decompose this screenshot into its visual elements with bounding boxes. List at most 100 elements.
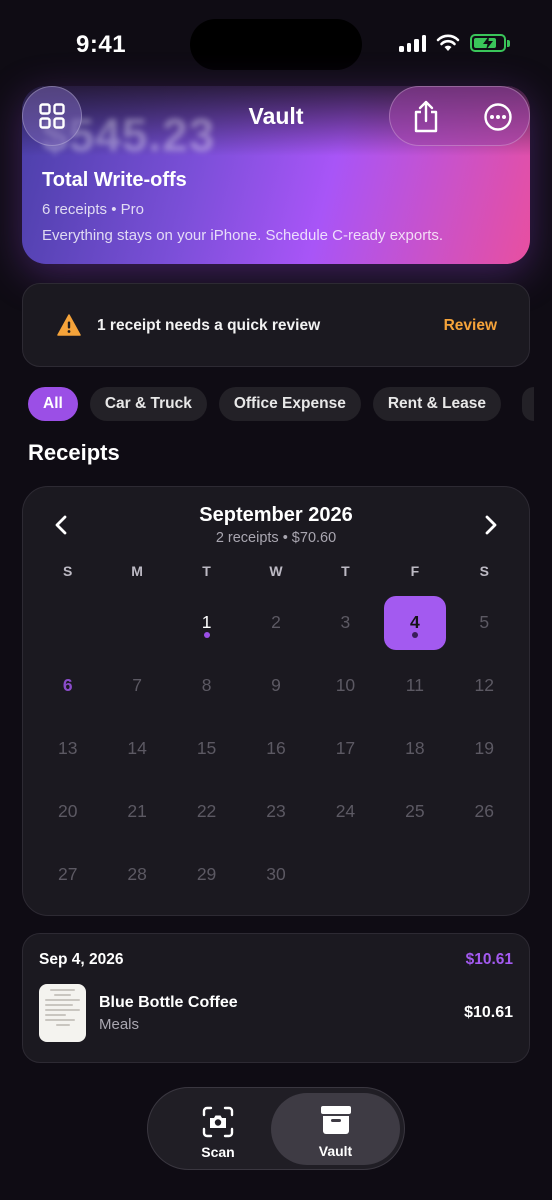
- status-icons: [399, 34, 510, 52]
- calendar-day-number: 25: [405, 801, 425, 821]
- calendar-day-number: 19: [474, 738, 495, 758]
- tab-scan[interactable]: Scan: [166, 1094, 270, 1164]
- calendar-day[interactable]: 13: [33, 717, 102, 780]
- calendar-day-number: 13: [57, 738, 78, 758]
- calendar-day-number: 15: [196, 738, 217, 758]
- calendar-month: September 2026: [199, 504, 353, 526]
- calendar-day[interactable]: 22: [172, 780, 241, 843]
- calendar-day[interactable]: 4: [380, 591, 449, 654]
- calendar-day[interactable]: 5: [450, 591, 519, 654]
- calendar-day-number: 1: [201, 612, 212, 632]
- calendar-empty-cell: [102, 591, 171, 654]
- calendar-day-number: 3: [340, 612, 351, 632]
- filter-chip-office-expense[interactable]: Office Expense: [218, 387, 361, 421]
- tab-vault-label: Vault: [318, 1143, 353, 1159]
- calendar-day-number: 8: [201, 675, 212, 695]
- camera-scan-icon: [202, 1106, 234, 1138]
- calendar-day[interactable]: 1: [172, 591, 241, 654]
- receipt-indicator-dot: [411, 632, 418, 638]
- calendar-empty-cell: [33, 591, 102, 654]
- filter-chip-more[interactable]: [522, 387, 534, 421]
- calendar-day[interactable]: 20: [33, 780, 102, 843]
- total-title: Total Write-offs: [42, 169, 187, 191]
- warning-icon: [57, 314, 81, 336]
- weekday-header: SMTWTFS: [33, 563, 519, 579]
- calendar-day[interactable]: 21: [102, 780, 171, 843]
- calendar-day[interactable]: 6: [33, 654, 102, 717]
- calendar-day[interactable]: 29: [172, 843, 241, 906]
- calendar-day[interactable]: 9: [241, 654, 310, 717]
- calendar-day[interactable]: 24: [311, 780, 380, 843]
- calendar-day-number: 16: [266, 738, 286, 758]
- calendar-day[interactable]: 28: [102, 843, 171, 906]
- calendar-day-number: 24: [335, 801, 356, 821]
- tab-bar: Scan Vault: [147, 1087, 405, 1170]
- filter-chip-all[interactable]: All: [28, 387, 78, 421]
- calendar-day[interactable]: 17: [311, 717, 380, 780]
- calendar-day[interactable]: 7: [102, 654, 171, 717]
- calendar-days: 1 2 3 4 5 6 7 8 9 10 11 12 13 14 15 16 17 18 19 20 21 22 23 24 2…: [33, 591, 519, 906]
- share-button[interactable]: [408, 99, 444, 135]
- filter-chip-rent-lease[interactable]: Rent & Lease: [372, 387, 502, 421]
- filter-chip-car-truck[interactable]: Car & Truck: [89, 387, 207, 421]
- calendar-day[interactable]: 15: [172, 717, 241, 780]
- receipt-thumbnail[interactable]: [39, 984, 86, 1042]
- calendar-day-number: 22: [196, 801, 217, 821]
- weekday-label: W: [269, 563, 283, 579]
- calendar-day[interactable]: 2: [241, 591, 310, 654]
- calendar-day[interactable]: 12: [450, 654, 519, 717]
- calendar-day-number: 9: [271, 675, 281, 695]
- receipt-day-group: Sep 4, 2026 $10.61 Blue Bottle Coffee Me…: [22, 933, 530, 1063]
- group-date: Sep 4, 2026: [39, 951, 124, 968]
- more-button[interactable]: [480, 99, 516, 135]
- next-month-button[interactable]: [477, 511, 505, 539]
- calendar-day[interactable]: 10: [311, 654, 380, 717]
- calendar-day-number: 26: [474, 801, 495, 821]
- calendar-day-number: 7: [132, 675, 142, 695]
- weekday-label: T: [341, 563, 350, 579]
- review-button[interactable]: Review: [444, 317, 497, 335]
- battery-icon: [470, 34, 510, 52]
- calendar-day-number: 29: [196, 864, 217, 884]
- calendar-day[interactable]: 25: [380, 780, 449, 843]
- share-icon: [414, 100, 438, 133]
- calendar-day[interactable]: 3: [311, 591, 380, 654]
- receipt-indicator-dot: [203, 632, 210, 638]
- calendar-day-number: 28: [127, 864, 147, 884]
- calendar-day-number: 6: [62, 675, 73, 695]
- calendar-day-number: 4: [409, 612, 420, 632]
- calendar-day-number: 21: [127, 801, 147, 821]
- calendar-day-number: 5: [479, 612, 490, 632]
- receipts-heading: Receipts: [28, 440, 120, 465]
- calendar-day-number: 18: [405, 738, 425, 758]
- calendar-day[interactable]: 27: [33, 843, 102, 906]
- calendar-day-number: 11: [405, 675, 424, 695]
- receipt-calendar: September 2026 2 receipts • $70.60 S M T W T…: [22, 486, 530, 916]
- weekday-label: T: [202, 563, 211, 579]
- calendar-day[interactable]: 26: [450, 780, 519, 843]
- calendar-day-number: 2: [271, 612, 281, 632]
- calendar-day[interactable]: 16: [241, 717, 310, 780]
- calendar-day-number: 12: [474, 675, 495, 695]
- status-time: 9:41: [76, 31, 127, 58]
- calendar-day[interactable]: 14: [102, 717, 171, 780]
- review-message: 1 receipt needs a quick review: [97, 317, 321, 334]
- calendar-day[interactable]: 11: [380, 654, 449, 717]
- calendar-day-number: 17: [335, 738, 356, 758]
- receipt-merchant[interactable]: Blue Bottle Coffee: [99, 994, 238, 1012]
- calendar-day[interactable]: 18: [380, 717, 449, 780]
- weekday-label: S: [63, 563, 73, 579]
- wifi-icon: [436, 34, 460, 51]
- cellular-signal-icon: [399, 34, 426, 52]
- calendar-day-number: 20: [57, 801, 78, 821]
- tab-vault[interactable]: Vault: [271, 1093, 400, 1165]
- calendar-day-number: 10: [335, 675, 356, 695]
- calendar-summary: 2 receipts • $70.60: [215, 530, 337, 546]
- calendar-day[interactable]: 30: [241, 843, 310, 906]
- calendar-day[interactable]: 23: [241, 780, 310, 843]
- receipt-category: Meals: [99, 1016, 140, 1033]
- calendar-day[interactable]: 8: [172, 654, 241, 717]
- review-banner: 1 receipt needs a quick review Review: [22, 283, 530, 367]
- calendar-day[interactable]: 19: [450, 717, 519, 780]
- weekday-label: M: [131, 563, 143, 579]
